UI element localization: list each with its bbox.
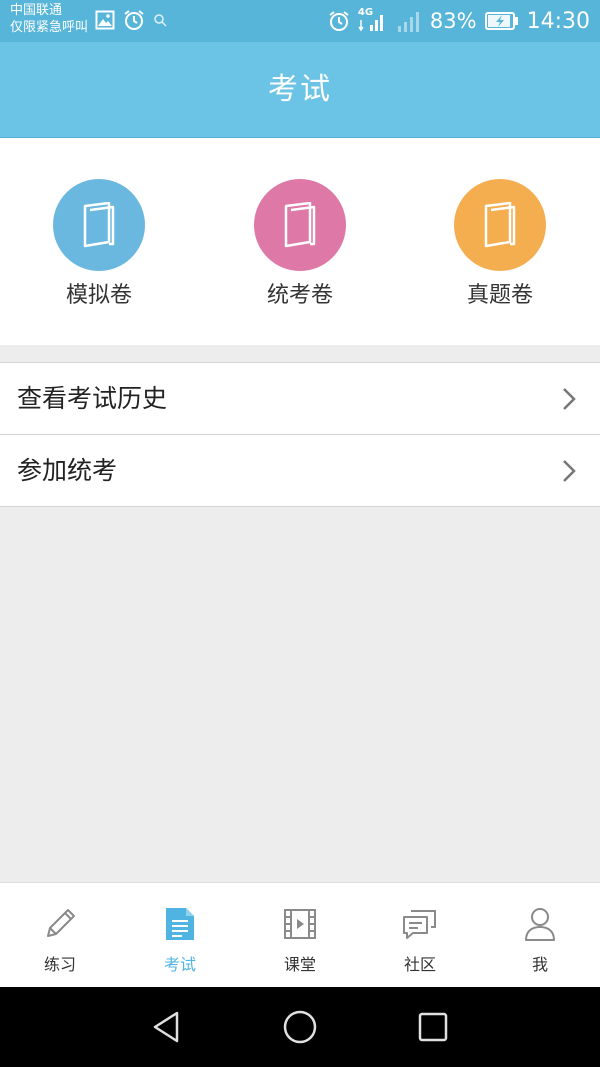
tab-label: 我 bbox=[531, 955, 548, 974]
category-circle[interactable] bbox=[254, 179, 346, 271]
category-mock-exam[interactable]: 模拟卷 bbox=[29, 179, 169, 309]
alarm-icon bbox=[124, 10, 144, 30]
book-icon bbox=[83, 202, 115, 248]
page-title: 考试 bbox=[268, 72, 332, 107]
tab-practice[interactable]: 练习 bbox=[0, 883, 120, 987]
list-item-join-exam[interactable]: 参加统考 bbox=[0, 435, 600, 507]
list-item-label: 查看考试历史 bbox=[17, 384, 168, 413]
system-nav-bar bbox=[0, 987, 600, 1067]
bottom-tab-bar: 练习 考试 课堂 社区 我 bbox=[0, 882, 600, 987]
back-icon[interactable] bbox=[147, 1007, 187, 1047]
chat-icon bbox=[403, 910, 436, 939]
tab-label: 考试 bbox=[163, 955, 196, 974]
signal-4g-icon: 4G bbox=[358, 7, 388, 35]
list-item-label: 参加统考 bbox=[17, 456, 118, 485]
status-right-icons: 4G 83% 14:30 bbox=[328, 0, 590, 42]
video-icon bbox=[284, 909, 316, 939]
home-icon[interactable] bbox=[280, 1007, 320, 1047]
category-label: 真题卷 bbox=[466, 283, 533, 308]
tab-label: 课堂 bbox=[283, 955, 316, 974]
tab-community[interactable]: 社区 bbox=[360, 883, 480, 987]
carrier-status: 仅限紧急呼叫 bbox=[10, 20, 89, 35]
image-icon bbox=[95, 10, 115, 30]
category-circle[interactable] bbox=[53, 179, 145, 271]
pencil-icon bbox=[47, 909, 75, 937]
document-icon bbox=[166, 908, 194, 940]
category-past-exam[interactable]: 真题卷 bbox=[430, 179, 570, 309]
battery-percent: 83% bbox=[429, 9, 477, 33]
exam-categories: 模拟卷 统考卷 真题卷 bbox=[0, 138, 600, 345]
chevron-right-icon bbox=[563, 388, 576, 410]
alarm-icon bbox=[329, 11, 349, 31]
category-circle[interactable] bbox=[454, 179, 546, 271]
tab-classroom[interactable]: 课堂 bbox=[240, 883, 360, 987]
carrier-text: 中国联通 仅限紧急呼叫 bbox=[10, 2, 88, 36]
list-item-exam-history[interactable]: 查看考试历史 bbox=[0, 363, 600, 435]
search-icon bbox=[154, 14, 167, 27]
battery-charging-icon bbox=[484, 12, 518, 30]
tab-label: 社区 bbox=[403, 955, 436, 974]
status-left-icons bbox=[95, 9, 167, 31]
status-bar: 中国联通 仅限紧急呼叫 4G 83% 14:30 bbox=[0, 0, 600, 42]
book-icon bbox=[284, 202, 316, 248]
category-unified-exam[interactable]: 统考卷 bbox=[230, 179, 370, 309]
signal-icon bbox=[397, 12, 419, 32]
tab-me[interactable]: 我 bbox=[480, 883, 600, 987]
person-icon bbox=[525, 908, 555, 941]
recents-icon[interactable] bbox=[413, 1007, 453, 1047]
book-icon bbox=[484, 202, 516, 248]
category-label: 模拟卷 bbox=[65, 283, 132, 308]
tab-label: 练习 bbox=[43, 955, 76, 974]
app-header: 考试 bbox=[0, 42, 600, 138]
category-label: 统考卷 bbox=[266, 283, 333, 308]
tab-exam[interactable]: 考试 bbox=[120, 883, 240, 987]
chevron-right-icon bbox=[563, 460, 576, 482]
clock: 14:30 bbox=[526, 8, 590, 34]
exam-menu-list: 查看考试历史 参加统考 bbox=[0, 362, 600, 507]
carrier-name: 中国联通 bbox=[10, 3, 63, 18]
